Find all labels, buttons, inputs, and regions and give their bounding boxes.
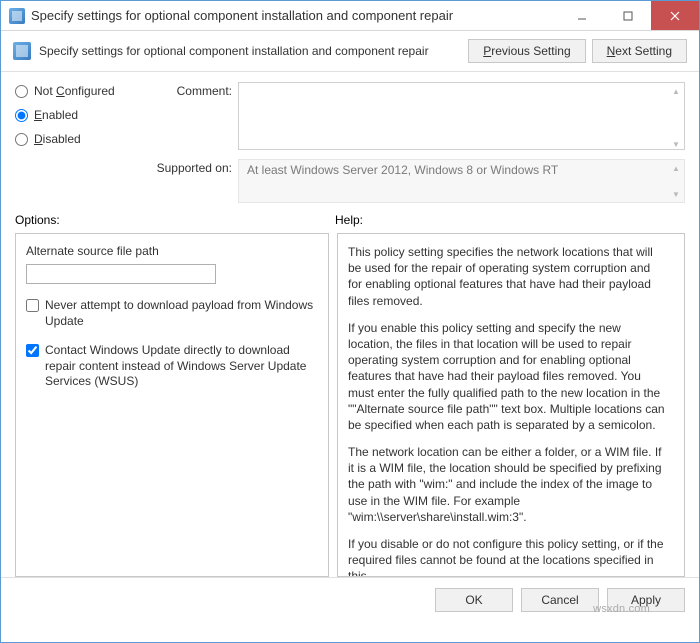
wsus-checkbox-row[interactable]: Contact Windows Update directly to downl… [26,343,318,390]
never-wu-label: Never attempt to download payload from W… [45,298,318,329]
help-paragraph: The network location can be either a fol… [348,444,666,525]
ok-button[interactable]: OK [435,588,513,612]
maximize-button[interactable] [605,1,651,30]
options-panel-label: Options: [15,213,335,227]
next-setting-button[interactable]: Next Setting [592,39,687,63]
supported-label: Supported on: [150,159,238,175]
toolbar-subtitle: Specify settings for optional component … [39,44,468,58]
help-paragraph: This policy setting specifies the networ… [348,244,666,309]
alt-source-path-label: Alternate source file path [26,244,318,258]
close-button[interactable] [651,1,699,30]
toolbar: Specify settings for optional component … [1,31,699,72]
scroll-up-icon[interactable]: ▲ [670,162,682,174]
supported-on-value: At least Windows Server 2012, Windows 8 … [238,159,685,203]
comment-label: Comment: [150,82,238,98]
radio-disabled[interactable]: Disabled [15,132,150,146]
help-paragraph: If you disable or do not configure this … [348,536,666,577]
policy-icon [13,42,31,60]
radio-disabled-input[interactable] [15,133,28,146]
wsus-checkbox[interactable] [26,344,39,357]
window-title: Specify settings for optional component … [31,8,559,23]
scroll-down-icon[interactable]: ▼ [670,188,682,200]
scroll-up-icon[interactable]: ▲ [670,85,682,97]
help-panel: This policy setting specifies the networ… [337,233,685,577]
panels: Alternate source file path Never attempt… [1,229,699,577]
comment-textarea[interactable] [238,82,685,150]
title-bar: Specify settings for optional component … [1,1,699,31]
panel-labels: Options: Help: [1,209,699,229]
never-wu-checkbox-row[interactable]: Never attempt to download payload from W… [26,298,318,329]
apply-button[interactable]: Apply [607,588,685,612]
radio-enabled[interactable]: Enabled [15,108,150,122]
config-area: Not Configured Enabled Disabled Comment:… [1,72,699,209]
help-paragraph: If you enable this policy setting and sp… [348,320,666,433]
radio-enabled-input[interactable] [15,109,28,122]
cancel-button[interactable]: Cancel [521,588,599,612]
never-wu-checkbox[interactable] [26,299,39,312]
options-panel: Alternate source file path Never attempt… [15,233,329,577]
window-controls [559,1,699,30]
radio-not-configured-input[interactable] [15,85,28,98]
radio-not-configured[interactable]: Not Configured [15,84,150,98]
state-radio-group: Not Configured Enabled Disabled [15,82,150,203]
app-icon [9,8,25,24]
footer: OK Cancel Apply [1,577,699,622]
previous-setting-button[interactable]: Previous Setting [468,39,585,63]
help-text: This policy setting specifies the networ… [348,244,674,577]
minimize-button[interactable] [559,1,605,30]
alt-source-path-input[interactable] [26,264,216,284]
scroll-down-icon[interactable]: ▼ [670,138,682,150]
help-panel-label: Help: [335,213,363,227]
wsus-label: Contact Windows Update directly to downl… [45,343,318,390]
